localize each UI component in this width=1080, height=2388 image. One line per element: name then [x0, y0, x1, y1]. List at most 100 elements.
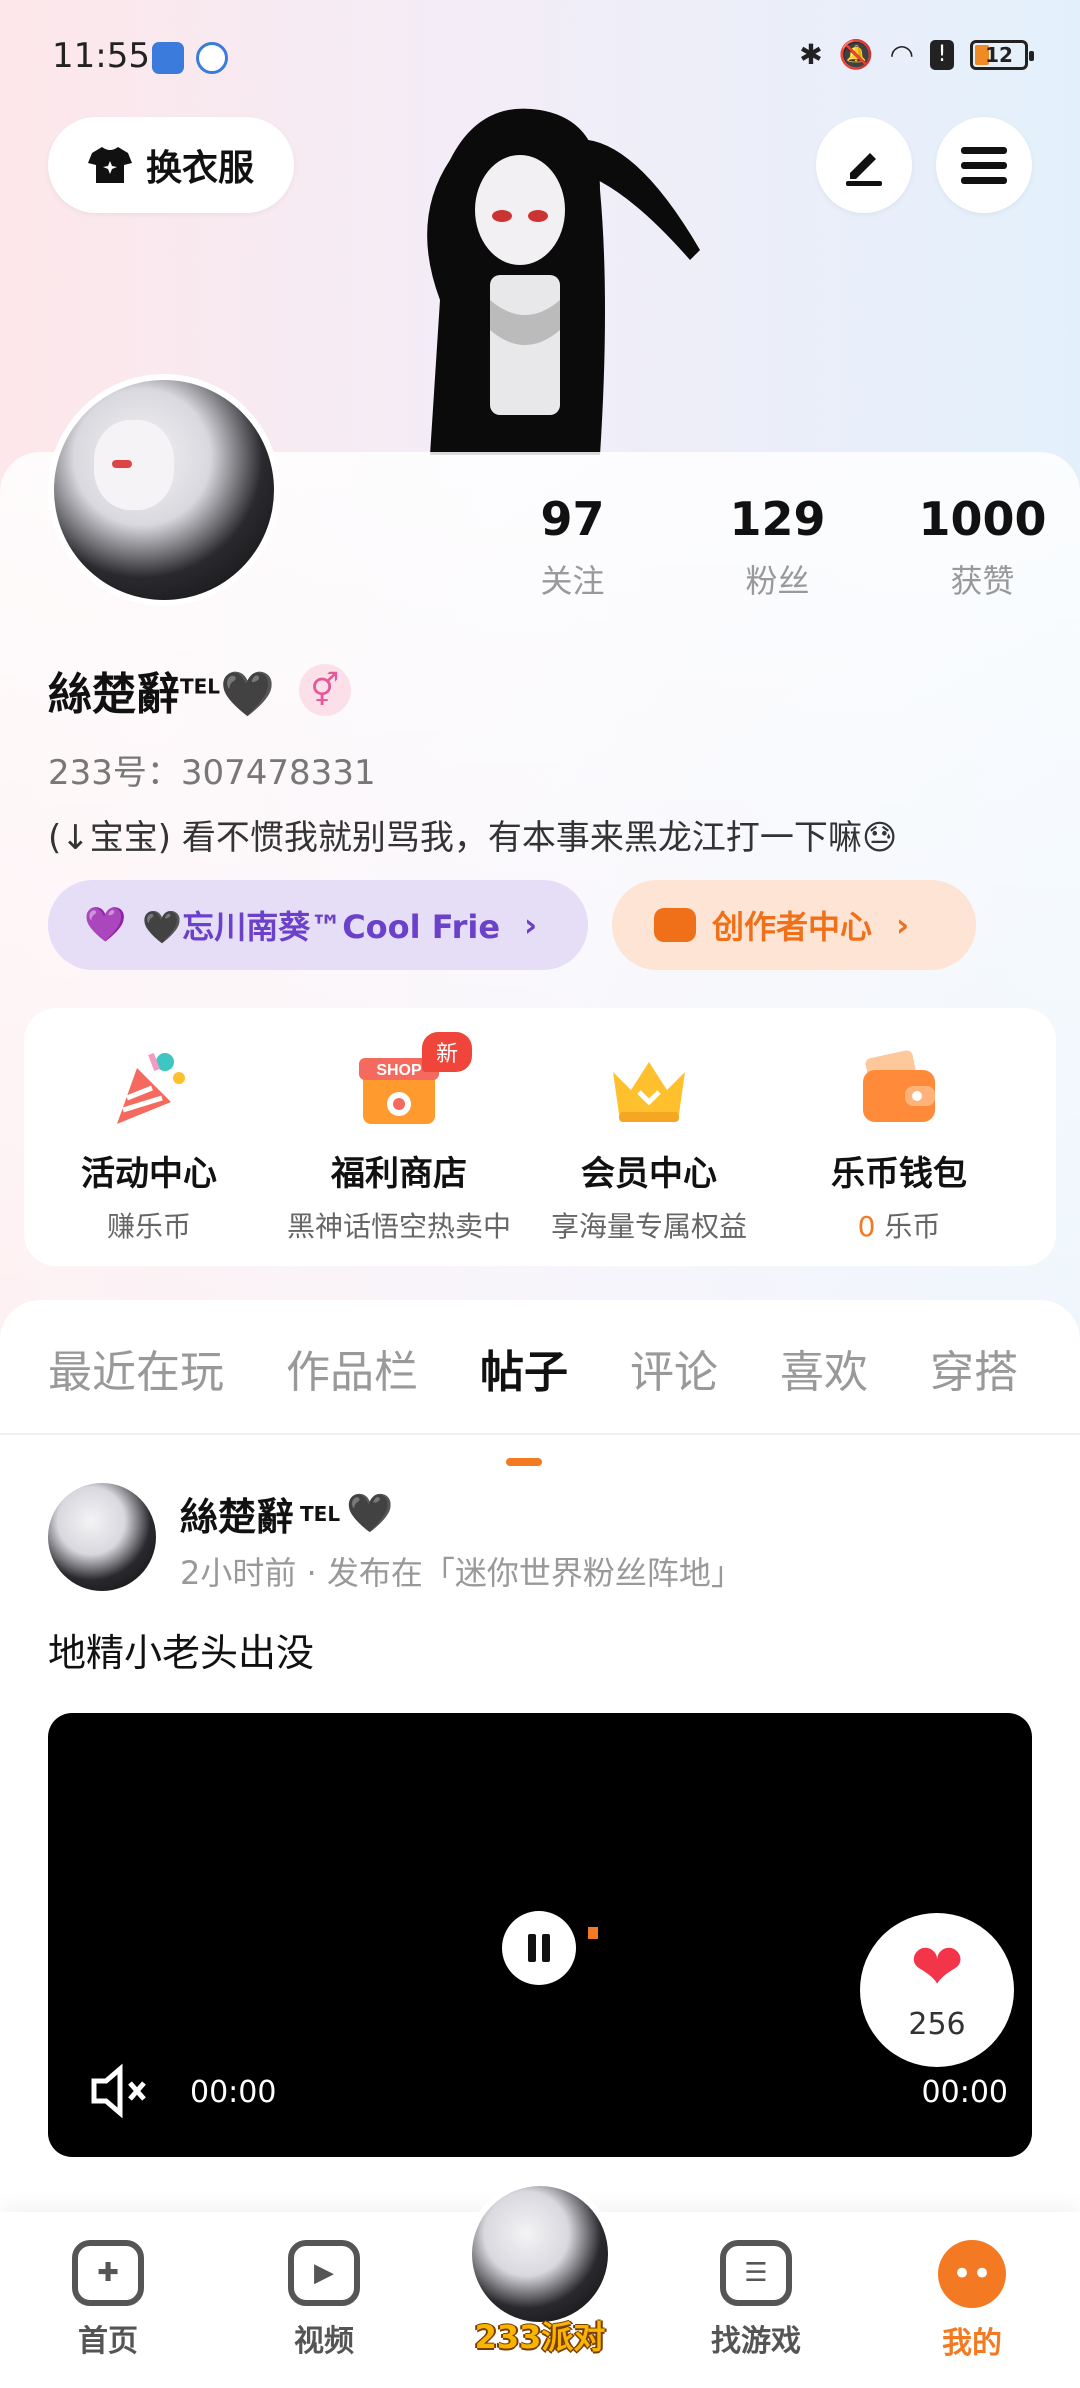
tab-posts[interactable]: 帖子 — [480, 1336, 568, 1436]
creator-center-button[interactable]: 创作者中心 › — [612, 880, 976, 970]
character-avatar-figure[interactable] — [370, 100, 710, 455]
black-heart-icon: 🖤 — [220, 669, 275, 720]
feature-activity-center[interactable]: 活动中心 赚乐币 — [24, 1008, 274, 1266]
list-icon: ☰ — [720, 2240, 792, 2306]
battery-level: 12 — [985, 42, 1013, 67]
crown-icon — [607, 1048, 691, 1128]
tshirt-icon — [87, 147, 132, 183]
tab-recently-played[interactable]: 最近在玩 — [48, 1336, 224, 1436]
nav-video-label: 视频 — [294, 2324, 354, 2359]
play-icon: ▶ — [288, 2240, 360, 2306]
edit-button[interactable] — [816, 117, 912, 213]
mute-icon[interactable] — [90, 2063, 150, 2131]
pause-button[interactable] — [502, 1911, 576, 1985]
change-outfit-label: 换衣服 — [145, 148, 254, 189]
nav-find-games-label: 找游戏 — [711, 2324, 801, 2359]
tab-works[interactable]: 作品栏 — [286, 1336, 418, 1436]
creator-center-label: 创作者中心 — [712, 908, 873, 946]
status-time: 11:55 — [52, 36, 150, 76]
friend-pill-label: 🖤忘川南葵™Cool Frie — [142, 908, 501, 946]
party-popper-icon — [107, 1048, 191, 1128]
tab-likes[interactable]: 喜欢 — [780, 1336, 868, 1436]
stat-likes-count: 1000 — [918, 492, 1047, 546]
profile-icon: •• — [938, 2240, 1006, 2308]
wifi-icon: ◠ — [889, 38, 914, 71]
profile-tabs: 最近在玩 作品栏 帖子 评论 喜欢 穿搭 — [0, 1336, 1080, 1436]
feature-member-title: 会员中心 — [581, 1154, 717, 1194]
feature-wallet-title: 乐币钱包 — [831, 1154, 967, 1194]
feature-shop-sub: 黑神话悟空热卖中 — [286, 1210, 511, 1243]
chevron-right-icon: › — [896, 906, 910, 944]
tab-divider — [0, 1433, 1080, 1435]
stat-followers[interactable]: 129 粉丝 — [675, 492, 880, 602]
mute-bell-icon: 🔕 — [838, 38, 874, 71]
app-notification-icon-2 — [196, 42, 228, 74]
loading-indicator — [588, 1927, 598, 1939]
nav-home-label: 首页 — [78, 2324, 138, 2359]
new-badge: 新 — [422, 1032, 473, 1072]
post-author-sup: TEL — [300, 1501, 341, 1526]
coin-balance: 0 — [857, 1210, 876, 1243]
video-duration: 00:00 — [921, 2075, 1008, 2110]
tab-comments[interactable]: 评论 — [630, 1336, 718, 1436]
post-author-text: 絲楚辭 — [180, 1495, 295, 1539]
stat-likes[interactable]: 1000 获赞 — [880, 492, 1080, 602]
profile-avatar[interactable] — [48, 374, 280, 606]
app-notification-icon — [152, 42, 184, 74]
pencil-icon — [846, 153, 882, 186]
post-author-name[interactable]: 絲楚辭 TEL 🖤 — [180, 1486, 393, 1541]
friend-pill[interactable]: 💜 🖤忘川南葵™Cool Frie › — [48, 880, 588, 970]
stat-following-label: 关注 — [540, 562, 605, 600]
profile-name-row: 絲楚辭TEL🖤 ⚥ — [48, 658, 351, 722]
post-video[interactable]: 00:00 00:00 ❤ 256 — [48, 1713, 1032, 2157]
party-avatar-button[interactable] — [466, 2180, 614, 2328]
stat-following-count: 97 — [540, 492, 605, 546]
feature-grid: 活动中心 赚乐币 SHOP 新 福利商店 黑神话悟空热卖中 会员中心 享海量专属… — [24, 1008, 1056, 1266]
profile-name: 絲楚辭TEL🖤 — [48, 658, 275, 722]
like-count: 256 — [908, 2007, 966, 2042]
nav-party-label: 233派对 — [474, 2318, 606, 2356]
purple-heart-icon: 💜 — [84, 905, 127, 945]
svg-text:SHOP: SHOP — [376, 1062, 422, 1079]
coin-unit: 乐币 — [884, 1210, 941, 1243]
wallet-icon — [857, 1048, 941, 1128]
post-meta: 2小时前 · 发布在「迷你世界粉丝阵地」 — [180, 1554, 743, 1592]
feature-wallet-sub: 0 乐币 — [774, 1205, 1024, 1245]
stat-likes-label: 获赞 — [950, 562, 1015, 600]
gender-icon: ⚥ — [298, 664, 351, 716]
feature-activity-sub: 赚乐币 — [106, 1210, 191, 1243]
nav-home[interactable]: ✚ 首页 — [0, 2212, 216, 2388]
menu-button[interactable] — [936, 117, 1032, 213]
nav-find-games[interactable]: ☰ 找游戏 — [648, 2212, 864, 2388]
stat-following[interactable]: 97 关注 — [470, 492, 675, 602]
bluetooth-icon: ✱ — [799, 38, 823, 71]
change-outfit-button[interactable]: 换衣服 — [48, 117, 294, 213]
chevron-right-icon: › — [524, 906, 538, 944]
feature-wallet[interactable]: 乐币钱包 0 乐币 — [774, 1008, 1024, 1266]
feature-shop-title: 福利商店 — [331, 1154, 467, 1194]
stat-followers-count: 129 — [729, 492, 826, 546]
heart-icon: ❤ — [910, 1931, 964, 2005]
post-text: 地精小老头出没 — [48, 1631, 315, 1675]
nav-video[interactable]: ▶ 视频 — [216, 2212, 432, 2388]
feature-welfare-shop[interactable]: SHOP 新 福利商店 黑神话悟空热卖中 — [274, 1008, 524, 1266]
battery-icon: 12 — [970, 39, 1034, 70]
black-heart-icon: 🖤 — [346, 1491, 394, 1535]
feature-member-center[interactable]: 会员中心 享海量专属权益 — [524, 1008, 774, 1266]
hamburger-menu-icon — [961, 147, 1007, 184]
profile-name-text: 絲楚辭 — [48, 669, 180, 720]
gamepad-icon — [654, 908, 696, 942]
profile-bio: (↓宝宝) 看不惯我就别骂我，有本事来黑龙江打一下嘛😓 — [48, 818, 898, 858]
video-current-time: 00:00 — [190, 2075, 277, 2110]
post-author-avatar[interactable] — [48, 1483, 156, 1591]
stat-followers-label: 粉丝 — [745, 562, 810, 600]
profile-stats: 97 关注 129 粉丝 1000 获赞 — [470, 492, 1080, 602]
feature-activity-title: 活动中心 — [81, 1154, 217, 1194]
gamepad-icon: ✚ — [72, 2240, 144, 2306]
tab-outfits[interactable]: 穿搭 — [930, 1336, 1018, 1436]
feature-member-sub: 享海量专属权益 — [550, 1210, 747, 1243]
nav-me[interactable]: •• 我的 — [864, 2212, 1080, 2388]
like-button[interactable]: ❤ 256 — [860, 1913, 1014, 2067]
profile-name-sup: TEL — [180, 674, 221, 699]
profile-uid[interactable]: 233号：307478331 — [48, 745, 376, 794]
